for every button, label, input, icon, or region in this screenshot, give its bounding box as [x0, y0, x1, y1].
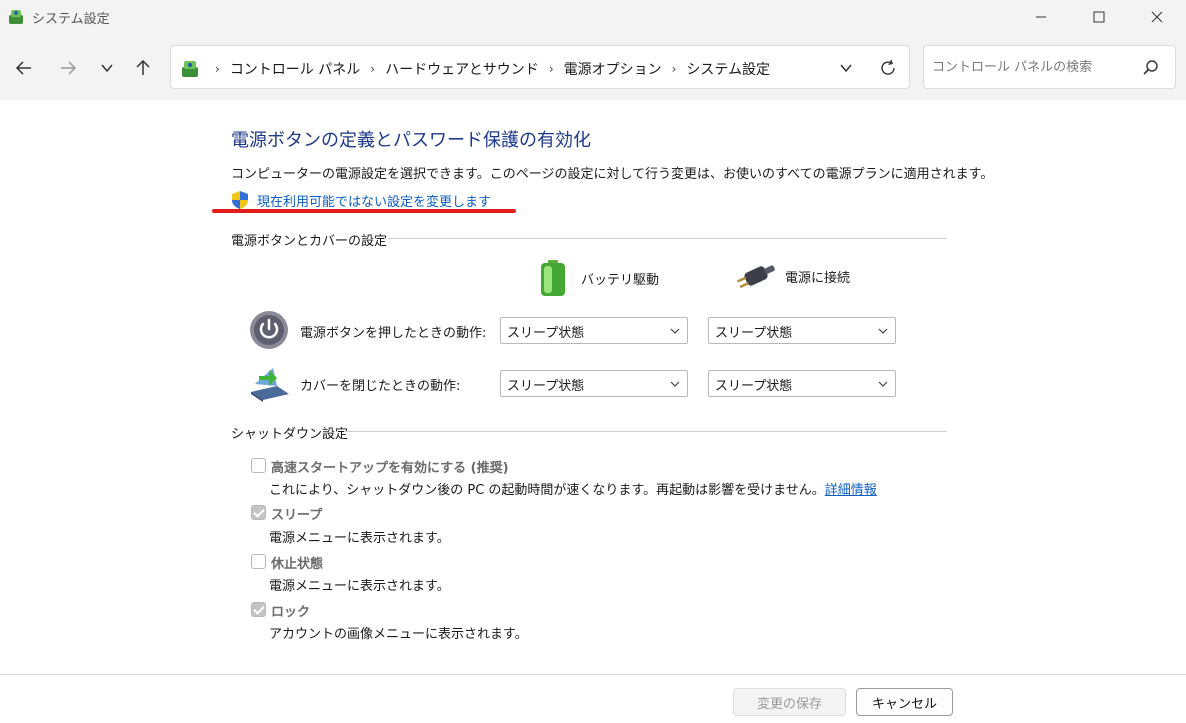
back-button[interactable] — [10, 54, 38, 82]
recent-locations-button[interactable] — [93, 54, 121, 82]
title-bar: システム設定 — [0, 0, 1186, 34]
chevron-down-icon — [878, 381, 888, 387]
power-button-plugged-value: スリープ状態 — [715, 326, 793, 341]
fast-startup-desc: これにより、シャットダウン後の PC の起動時間が速くなります。再起動は影響を受… — [269, 479, 877, 498]
window-title: システム設定 — [32, 12, 110, 27]
power-button-action-label: 電源ボタンを押したときの動作: — [300, 326, 487, 341]
address-history-button[interactable] — [835, 58, 857, 78]
battery-icon — [541, 260, 565, 296]
lid-close-plugged-value: スリープ状態 — [715, 379, 793, 394]
fast-startup-title: 高速スタートアップを有効にする (推奨) — [271, 461, 509, 476]
lid-close-battery-select[interactable]: スリープ状態 — [500, 370, 688, 397]
sleep-desc: 電源メニューに表示されます。 — [269, 531, 450, 546]
lid-close-action-label: カバーを閉じたときの動作: — [300, 379, 461, 394]
control-panel-icon — [9, 10, 23, 24]
maximize-icon — [1093, 11, 1105, 23]
power-button-icon — [250, 311, 288, 349]
lock-title: ロック — [271, 605, 311, 620]
save-changes-button[interactable]: 変更の保存 — [733, 688, 846, 716]
breadcrumb: › コントロール パネル › ハードウェアとサウンド › 電源オプション › シ… — [205, 59, 770, 79]
close-icon — [1151, 11, 1163, 23]
close-button[interactable] — [1134, 0, 1180, 34]
search-box[interactable] — [923, 45, 1176, 89]
breadcrumb-separator-icon: › — [548, 62, 554, 76]
power-button-battery-select[interactable]: スリープ状態 — [500, 317, 688, 344]
battery-column-header: バッテリ駆動 — [537, 258, 659, 298]
section-divider — [344, 431, 947, 432]
power-button-plugged-select[interactable]: スリープ状態 — [708, 317, 896, 344]
chevron-down-icon — [878, 328, 888, 334]
chevron-down-icon — [101, 64, 113, 73]
arrow-left-icon — [15, 61, 31, 75]
fast-startup-desc-text: これにより、シャットダウン後の PC の起動時間が速くなります。再起動は影響を受… — [269, 483, 825, 498]
shutdown-section-heading: シャットダウン設定 — [231, 427, 349, 442]
plugged-column-label: 電源に接続 — [785, 270, 851, 286]
lock-desc: アカウントの画像メニューに表示されます。 — [269, 627, 528, 642]
breadcrumb-separator-icon: › — [671, 62, 677, 76]
power-plug-icon — [737, 265, 775, 289]
address-bar[interactable]: › コントロール パネル › ハードウェアとサウンド › 電源オプション › シ… — [170, 45, 910, 89]
arrow-right-icon — [61, 61, 77, 75]
up-button[interactable] — [129, 54, 157, 82]
uac-shield-icon — [232, 191, 248, 209]
red-highlight-mark — [212, 209, 516, 213]
breadcrumb-separator-icon: › — [215, 62, 220, 76]
minimize-button[interactable] — [1018, 0, 1064, 34]
lid-close-battery-value: スリープ状態 — [507, 379, 585, 394]
search-icon[interactable] — [1141, 58, 1161, 78]
battery-column-label: バッテリ駆動 — [581, 272, 660, 288]
breadcrumb-system-settings[interactable]: システム設定 — [686, 59, 770, 79]
breadcrumb-power-options[interactable]: 電源オプション — [564, 59, 662, 79]
minimize-icon — [1036, 16, 1046, 18]
chevron-down-icon — [670, 381, 680, 387]
more-info-link[interactable]: 詳細情報 — [825, 483, 877, 498]
sleep-title: スリープ — [271, 508, 323, 523]
forward-button[interactable] — [54, 54, 82, 82]
lock-checkbox[interactable] — [251, 602, 266, 617]
arrow-up-icon — [136, 59, 150, 75]
chevron-down-icon — [840, 64, 852, 73]
change-settings-link-text[interactable]: 現在利用可能ではない設定を変更します — [257, 191, 491, 210]
search-input[interactable] — [932, 56, 1132, 78]
lid-close-plugged-select[interactable]: スリープ状態 — [708, 370, 896, 397]
change-unavailable-settings-link[interactable]: 現在利用可能ではない設定を変更します — [230, 190, 491, 210]
page-title: 電源ボタンの定義とパスワード保護の有効化 — [231, 130, 591, 151]
cancel-button[interactable]: キャンセル — [856, 688, 953, 716]
chevron-down-icon — [670, 328, 680, 334]
navigation-bar: › コントロール パネル › ハードウェアとサウンド › 電源オプション › シ… — [0, 34, 1186, 100]
breadcrumb-hardware-sound[interactable]: ハードウェアとサウンド — [385, 59, 539, 79]
breadcrumb-separator-icon: › — [370, 62, 376, 76]
refresh-icon — [881, 59, 895, 75]
control-panel-icon — [182, 61, 198, 77]
hibernate-title: 休止状態 — [271, 557, 324, 572]
sleep-checkbox[interactable] — [251, 505, 266, 520]
laptop-lid-icon — [251, 368, 289, 402]
footer-divider — [0, 674, 1186, 675]
breadcrumb-control-panel[interactable]: コントロール パネル — [230, 59, 360, 79]
page-intro: コンピューターの電源設定を選択できます。このページの設定に対して行う変更は、お使… — [231, 167, 994, 182]
maximize-button[interactable] — [1076, 0, 1122, 34]
fast-startup-checkbox[interactable] — [251, 458, 266, 473]
hibernate-desc: 電源メニューに表示されます。 — [269, 579, 450, 594]
power-section-heading: 電源ボタンとカバーの設定 — [231, 234, 388, 249]
refresh-button[interactable] — [877, 57, 899, 79]
plugged-column-header: 電源に接続 — [735, 258, 850, 294]
hibernate-checkbox[interactable] — [251, 554, 266, 569]
power-button-battery-value: スリープ状態 — [507, 326, 585, 341]
section-divider — [388, 238, 947, 239]
